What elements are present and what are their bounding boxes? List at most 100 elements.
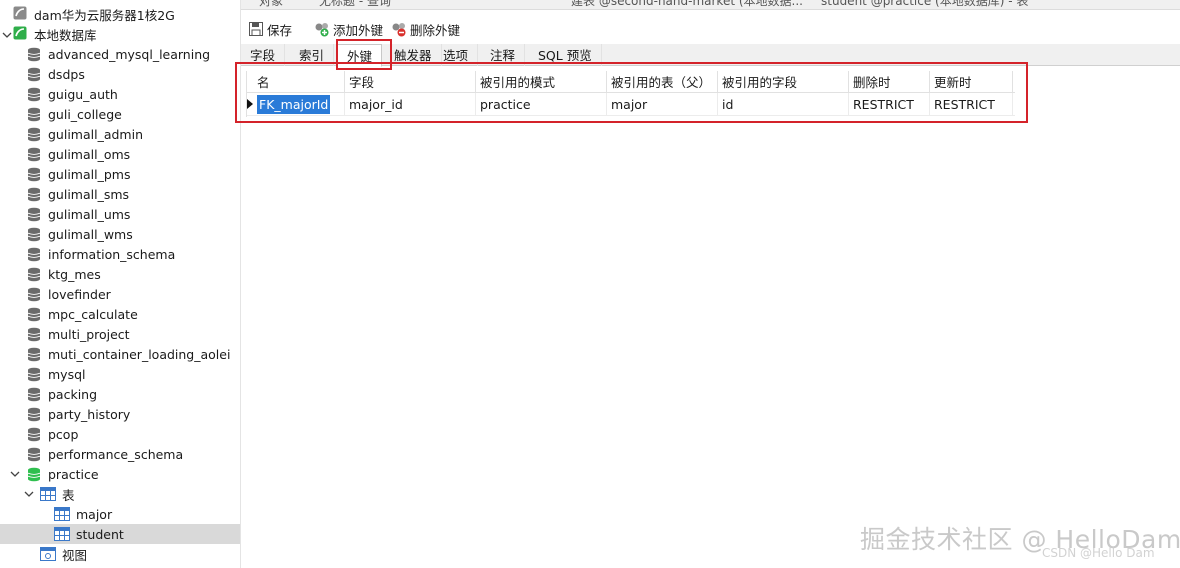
- database-icon: [27, 427, 41, 442]
- table-item-major[interactable]: major: [0, 504, 240, 524]
- database-icon: [27, 467, 41, 482]
- cell-on-delete[interactable]: RESTRICT: [849, 93, 930, 116]
- cell-fk-name[interactable]: FK_majorId: [253, 93, 345, 116]
- database-icon: [27, 307, 41, 322]
- database-item-gulimall-sms[interactable]: gulimall_sms: [0, 184, 240, 204]
- tab-options[interactable]: 选项: [434, 44, 479, 66]
- database-item-mpc-calculate[interactable]: mpc_calculate: [0, 304, 240, 324]
- tab-foreign-keys[interactable]: 外键: [337, 44, 383, 67]
- chevron-down-icon[interactable]: [24, 489, 34, 499]
- delete-foreign-key-button[interactable]: 删除外键: [391, 19, 460, 39]
- database-icon: [27, 267, 41, 282]
- cell-ref-field[interactable]: id: [718, 93, 849, 116]
- database-item-lovefinder[interactable]: lovefinder: [0, 284, 240, 304]
- table-item-student[interactable]: student: [0, 524, 240, 544]
- database-item-gulimall-pms[interactable]: gulimall_pms: [0, 164, 240, 184]
- tab-indexes[interactable]: 索引: [290, 44, 335, 66]
- doc-tab-create-table[interactable]: 建表 @second-hand-market (本地数据...: [571, 0, 803, 9]
- tab-fields[interactable]: 字段: [241, 44, 286, 66]
- database-item-guli-college[interactable]: guli_college: [0, 104, 240, 124]
- table-icon: [54, 507, 70, 521]
- cell-field[interactable]: major_id: [345, 93, 476, 116]
- database-item-dsdps[interactable]: dsdps: [0, 64, 240, 84]
- add-foreign-key-label: 添加外键: [333, 22, 384, 38]
- database-item-label: packing: [48, 386, 98, 402]
- save-icon: [248, 21, 264, 37]
- database-icon: [27, 287, 41, 302]
- tab-comment[interactable]: 注释: [481, 44, 526, 66]
- designer-toolbar: 保存 添加外键 删除外键: [241, 10, 1180, 44]
- database-item-advanced-mysql-learning[interactable]: advanced_mysql_learning: [0, 44, 240, 64]
- database-item-information-schema[interactable]: information_schema: [0, 244, 240, 264]
- tab-sql-preview[interactable]: SQL 预览: [529, 44, 602, 66]
- column-header-on-update[interactable]: 更新时: [930, 71, 1013, 93]
- database-item-label: guigu_auth: [48, 86, 118, 102]
- column-header-field[interactable]: 字段: [345, 71, 476, 93]
- cell-ref-schema[interactable]: practice: [476, 93, 607, 116]
- table-item-label: student: [76, 526, 124, 542]
- cell-fk-name-text: FK_majorId: [257, 95, 331, 114]
- table-folder-icon: [40, 487, 56, 501]
- database-item-guigu-auth[interactable]: guigu_auth: [0, 84, 240, 104]
- save-label: 保存: [267, 22, 293, 38]
- database-item-party-history[interactable]: party_history: [0, 404, 240, 424]
- delete-foreign-key-label: 删除外键: [410, 22, 461, 38]
- cell-ref-table[interactable]: major: [607, 93, 718, 116]
- tables-folder-label: 表: [62, 487, 75, 503]
- database-icon: [27, 447, 41, 462]
- database-item-label: multi_project: [48, 326, 130, 342]
- database-item-packing[interactable]: packing: [0, 384, 240, 404]
- database-item-gulimall-oms[interactable]: gulimall_oms: [0, 144, 240, 164]
- database-item-label: lovefinder: [48, 286, 111, 302]
- doc-tab-student[interactable]: student @practice (本地数据库) - 表: [821, 0, 1028, 9]
- database-icon: [27, 87, 41, 102]
- document-tab-strip: 对象 无标题 - 查询 建表 @second-hand-market (本地数据…: [241, 0, 1180, 10]
- database-item-ktg-mes[interactable]: ktg_mes: [0, 264, 240, 284]
- database-item-label: party_history: [48, 406, 131, 422]
- connection-navigator: dam华为云服务器1核2G 本地数据库 advanced_mysql_learn…: [0, 0, 241, 568]
- views-folder[interactable]: 视图: [0, 544, 240, 564]
- cell-on-update[interactable]: RESTRICT: [930, 93, 1013, 116]
- database-item-gulimall-admin[interactable]: gulimall_admin: [0, 124, 240, 144]
- column-header-on-delete[interactable]: 删除时: [849, 71, 930, 93]
- database-item-performance-schema[interactable]: performance_schema: [0, 444, 240, 464]
- watermark-csdn: CSDN @Hello Dam: [1042, 546, 1155, 560]
- database-item-label: ktg_mes: [48, 266, 101, 282]
- database-item-label: gulimall_admin: [48, 126, 144, 142]
- column-header-ref-schema[interactable]: 被引用的模式: [476, 71, 607, 93]
- mysql-connection-icon: [13, 26, 27, 40]
- connection-local[interactable]: 本地数据库: [0, 24, 240, 44]
- database-item-label: performance_schema: [48, 446, 184, 462]
- column-header-ref-table[interactable]: 被引用的表（父）: [607, 71, 718, 93]
- view-folder-icon: [40, 547, 56, 561]
- doc-tab-objects[interactable]: 对象: [259, 0, 283, 9]
- column-header-ref-field[interactable]: 被引用的字段: [718, 71, 849, 93]
- database-item-pcop[interactable]: pcop: [0, 424, 240, 444]
- database-item-gulimall-wms[interactable]: gulimall_wms: [0, 224, 240, 244]
- doc-tab-query[interactable]: 无标题 - 查询: [319, 0, 391, 9]
- database-item-label: muti_container_loading_aolei: [48, 346, 231, 362]
- database-icon: [27, 127, 41, 142]
- database-icon: [27, 107, 41, 122]
- database-item-practice[interactable]: practice: [0, 464, 240, 484]
- column-header-name[interactable]: 名: [253, 71, 345, 93]
- table-row[interactable]: FK_majorId major_id practice major id RE…: [247, 93, 1015, 116]
- add-foreign-key-button[interactable]: 添加外键: [314, 19, 383, 39]
- grid-header: 名 字段 被引用的模式 被引用的表（父） 被引用的字段 删除时 更新时: [247, 71, 1015, 93]
- tables-folder[interactable]: 表: [0, 484, 240, 504]
- database-item-multi-project[interactable]: multi_project: [0, 324, 240, 344]
- database-item-label: mysql: [48, 366, 86, 382]
- database-item-gulimall-ums[interactable]: gulimall_ums: [0, 204, 240, 224]
- database-item-muti-container-loading-aolei[interactable]: muti_container_loading_aolei: [0, 344, 240, 364]
- chevron-down-icon[interactable]: [10, 469, 20, 479]
- connection-local-label: 本地数据库: [34, 27, 97, 43]
- database-icon: [27, 207, 41, 222]
- database-icon: [27, 327, 41, 342]
- database-item-label: dsdps: [48, 66, 85, 82]
- connection-cloud[interactable]: dam华为云服务器1核2G: [0, 4, 240, 24]
- save-button[interactable]: 保存: [248, 19, 292, 39]
- database-icon: [27, 147, 41, 162]
- foreign-key-grid: 名 字段 被引用的模式 被引用的表（父） 被引用的字段 删除时 更新时 FK_m…: [246, 71, 1015, 117]
- database-item-mysql[interactable]: mysql: [0, 364, 240, 384]
- chevron-down-icon[interactable]: [2, 30, 12, 40]
